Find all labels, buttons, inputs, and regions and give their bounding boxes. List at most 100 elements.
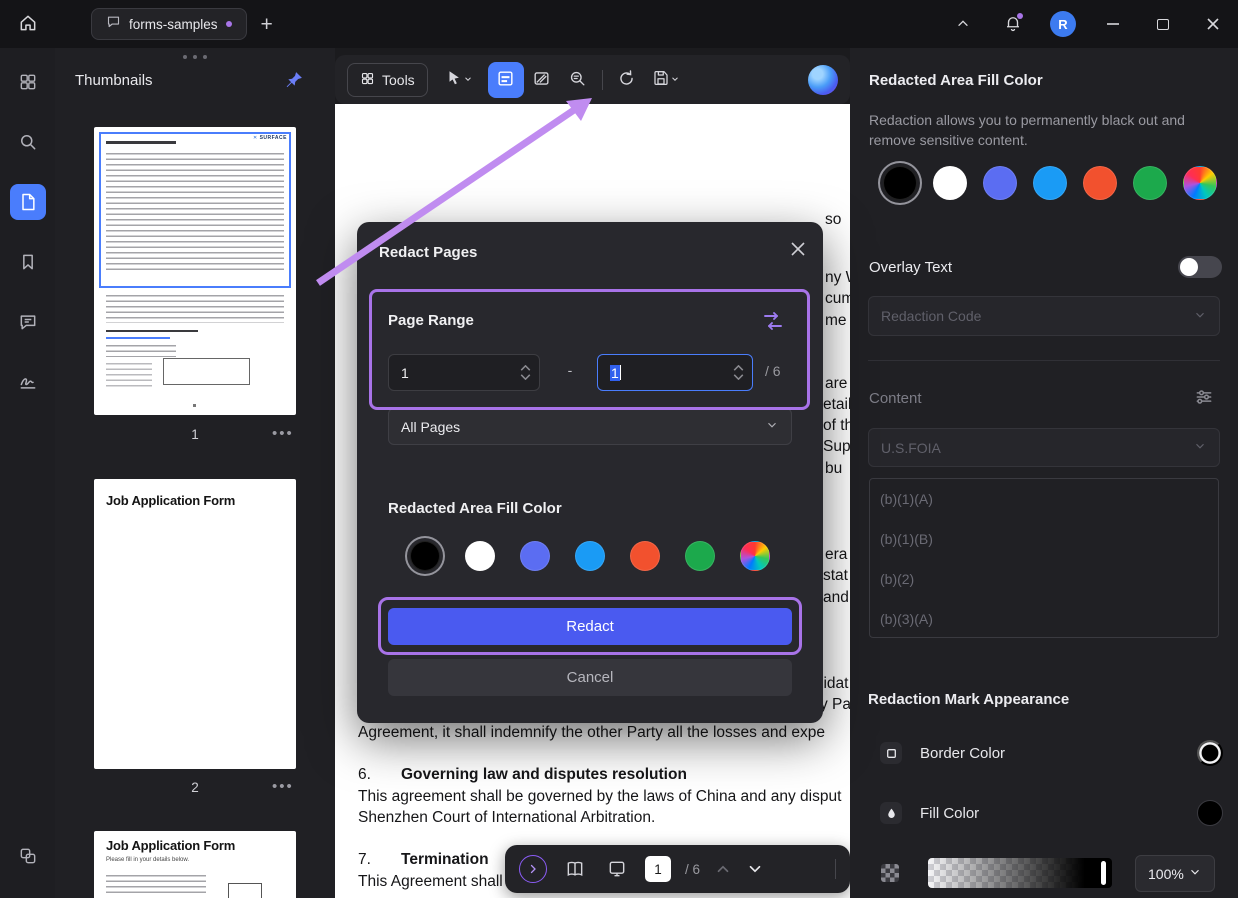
custom-color-swatch[interactable] [740,541,770,571]
dialog-close-icon[interactable] [783,234,813,264]
doc-fragment: so [825,211,841,229]
chevron-down-icon [765,418,779,435]
page-view-icon[interactable] [603,855,631,883]
thumbnails-panel: Thumbnails SURFACE 1 ••• Job Application… [55,48,335,898]
rotate-tool[interactable] [609,62,645,98]
notifications-button[interactable] [1000,11,1026,37]
code-list-item[interactable]: (b)(3)(A) [870,599,1218,638]
thumb3-subtitle: Please fill in your details below. [106,857,189,863]
redact-area-tool[interactable] [488,62,524,98]
doc-fragment: me [825,312,847,330]
page-range-transfer-icon[interactable] [760,309,786,335]
tools-label: Tools [382,72,415,88]
current-page-input[interactable]: 1 [645,856,671,882]
bookmarks-button[interactable] [10,244,46,280]
panel-divider [868,360,1220,361]
fill-color-swatches [883,166,1217,200]
color-swatch-green[interactable] [1133,166,1167,200]
thumb2-more-icon[interactable]: ••• [272,778,294,795]
apps-grid-button[interactable] [10,64,46,100]
color-swatch-indigo[interactable] [520,541,550,571]
doc-fragment: etail [823,396,851,414]
page-total: / 6 [685,862,700,877]
doc-line: This agreement shall be governed by the … [358,788,841,806]
save-button[interactable] [645,62,687,98]
two-page-view-icon[interactable] [561,855,589,883]
editor-toolbar: Tools [335,55,850,104]
page-thumbnail-1[interactable]: SURFACE [94,127,296,415]
color-swatch-blue[interactable] [1033,166,1067,200]
doc-fragment: stat [823,567,848,585]
opacity-slider-handle[interactable] [1101,861,1106,885]
doc-section-title: Governing law and disputes resolution [401,766,687,784]
code-list-item[interactable]: (b)(1)(B) [870,519,1218,559]
redact-button[interactable]: Redact [388,608,792,645]
color-swatch-black[interactable] [410,541,440,571]
color-swatch-indigo[interactable] [983,166,1017,200]
collapse-button[interactable] [950,11,976,37]
fill-color-swatch[interactable] [1197,800,1223,826]
border-color-icon [880,742,902,764]
code-set-value: U.S.FOIA [881,440,941,456]
range-to-input[interactable]: 1 [597,354,753,391]
batch-tools-button[interactable] [10,838,46,874]
avatar[interactable]: R [1050,11,1076,37]
thumb1-signature-labels [106,363,152,389]
tools-grid-icon [360,71,375,89]
page-scope-select[interactable]: All Pages [388,408,792,445]
unsaved-dot [226,21,232,27]
thumb1-page-footer [193,404,196,407]
minimize-button[interactable] [1100,11,1126,37]
tools-button[interactable]: Tools [347,63,428,97]
stepper-icons[interactable] [520,365,531,380]
overlay-text-toggle[interactable] [1178,256,1222,278]
custom-color-swatch[interactable] [1183,166,1217,200]
comments-button[interactable] [10,304,46,340]
signature-button[interactable] [10,364,46,400]
search-redact-tool[interactable] [560,62,596,98]
search-button[interactable] [10,124,46,160]
page-thumbnail-3[interactable]: Job Application Form Please fill in your… [94,831,296,898]
color-swatch-orange[interactable] [630,541,660,571]
range-from-value: 1 [401,365,520,381]
expand-bar-button[interactable] [519,855,547,883]
thumbnails-panel-button[interactable] [10,184,46,220]
redaction-code-select[interactable]: Redaction Code [868,296,1220,336]
document-tab[interactable]: forms-samples [91,8,247,40]
home-button[interactable] [0,0,55,48]
pin-panel-button[interactable] [281,68,307,94]
select-tool[interactable] [438,62,480,98]
content-settings-icon[interactable] [1194,387,1214,410]
border-color-swatch[interactable] [1197,740,1223,766]
color-swatch-white[interactable] [933,166,967,200]
panel-drag-handle[interactable] [183,55,207,59]
redact-mark-tool[interactable] [524,62,560,98]
code-set-select[interactable]: U.S.FOIA [868,428,1220,467]
range-from-input[interactable]: 1 [388,354,540,391]
code-list-item[interactable]: (b)(2) [870,559,1218,599]
color-swatch-white[interactable] [465,541,495,571]
stepper-icons[interactable] [733,365,744,380]
rotate-icon [617,69,636,91]
cancel-button[interactable]: Cancel [388,659,792,696]
thumb1-more-icon[interactable]: ••• [272,425,294,442]
maximize-button[interactable] [1150,11,1176,37]
page-count-label: / 6 [765,363,781,379]
opacity-value-select[interactable]: 100% [1135,855,1215,892]
color-swatch-blue[interactable] [575,541,605,571]
ai-assistant-button[interactable] [808,65,838,95]
doc-fragment: are [825,375,847,393]
page-thumbnail-2[interactable]: Job Application Form [94,479,296,769]
new-tab-button[interactable]: + [261,14,273,35]
previous-page-button[interactable] [714,860,732,878]
toolbar-divider [602,70,603,90]
color-swatch-black[interactable] [883,166,917,200]
opacity-slider[interactable] [928,858,1112,888]
color-swatch-green[interactable] [685,541,715,571]
page-range-highlight-annotation [369,289,810,410]
code-list-item[interactable]: (b)(1)(A) [870,479,1218,519]
close-button[interactable] [1200,11,1226,37]
color-swatch-orange[interactable] [1083,166,1117,200]
next-page-button[interactable] [746,860,764,878]
border-color-label: Border Color [920,745,1005,762]
